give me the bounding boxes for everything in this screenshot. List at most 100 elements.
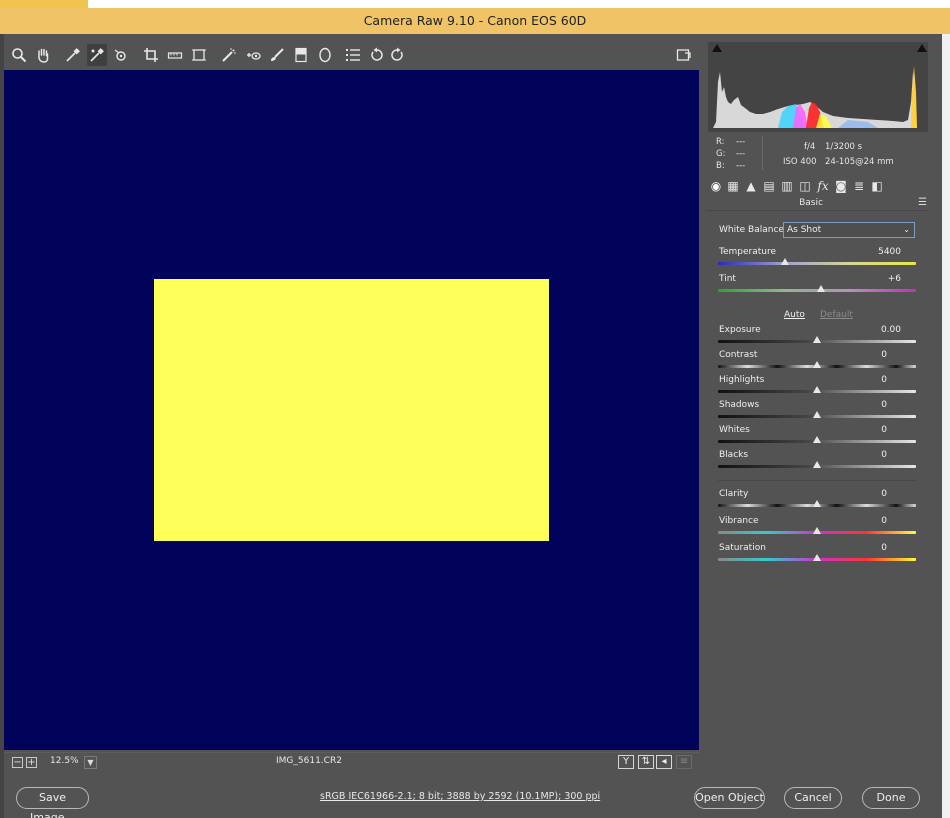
tab-hsl[interactable]: ▤ — [761, 178, 777, 194]
fullscreen-icon[interactable] — [674, 44, 694, 66]
open-object-button[interactable]: Open Object — [694, 787, 765, 809]
tab-effects[interactable]: fx — [815, 178, 831, 194]
shadows-label: Shadows — [719, 400, 760, 410]
zoom-in-button[interactable]: + — [26, 757, 37, 768]
g-value: --- — [736, 149, 746, 159]
taskbar-accent — [0, 0, 88, 8]
vibrance-value[interactable]: 0 — [837, 516, 887, 526]
whites-slider-thumb[interactable] — [813, 436, 821, 443]
tab-basic[interactable]: ◉ — [708, 178, 724, 194]
before-after-toggle[interactable]: Y — [618, 755, 634, 769]
camera-icon: ◙ — [835, 179, 847, 193]
fx-icon: fx — [817, 179, 829, 193]
tab-lens-corrections[interactable]: ◫ — [797, 178, 813, 194]
transform-icon[interactable] — [189, 44, 209, 66]
temperature-slider-track[interactable] — [718, 262, 916, 265]
zoom-dropdown[interactable]: ▼ — [84, 756, 97, 769]
zoom-out-button[interactable]: − — [12, 757, 23, 768]
crop-icon[interactable] — [141, 44, 161, 66]
toolbar — [4, 42, 700, 70]
image-preview[interactable] — [4, 70, 699, 750]
temperature-label: Temperature — [719, 247, 777, 257]
save-image-button[interactable]: Save Image... — [16, 787, 89, 818]
spot-removal-icon[interactable] — [219, 44, 239, 66]
highlights-value[interactable]: 0 — [837, 375, 887, 385]
saturation-slider-thumb[interactable] — [813, 554, 821, 561]
panel-tabs: ◉ ▦ ▲ ▤ ▥ ◫ fx ◙ ≣ ◧ — [706, 176, 928, 196]
clarity-slider-thumb[interactable] — [813, 500, 821, 507]
sliders-icon: ≡ — [679, 756, 689, 767]
cancel-button[interactable]: Cancel — [784, 787, 842, 809]
workflow-options-link[interactable]: sRGB IEC61966-2.1; 8 bit; 3888 by 2592 (… — [320, 791, 600, 802]
white-balance-select[interactable]: As Shot ⌄ — [783, 222, 915, 238]
histogram — [708, 42, 928, 132]
r-value: --- — [736, 137, 746, 147]
highlight-clipping-icon[interactable] — [917, 44, 927, 52]
targeted-adjustment-icon[interactable] — [111, 44, 131, 66]
shadow-clipping-icon[interactable] — [712, 44, 722, 52]
grid-icon: ▦ — [727, 179, 739, 193]
whites-label: Whites — [719, 425, 750, 435]
panel-title: Basic — [799, 198, 823, 208]
contrast-label: Contrast — [719, 350, 758, 360]
hand-icon[interactable] — [33, 44, 53, 66]
lens: 24-105@24 mm — [825, 157, 894, 167]
auto-button[interactable]: Auto — [784, 310, 805, 320]
contrast-slider-thumb[interactable] — [813, 361, 821, 368]
dialog-footer: Save Image... sRGB IEC61966-2.1; 8 bit; … — [4, 774, 942, 818]
presets-icon: ≣ — [853, 179, 865, 193]
tab-detail[interactable]: ▲ — [743, 178, 759, 194]
swap-icon: ⇅ — [641, 756, 651, 767]
preferences-icon[interactable] — [343, 44, 363, 66]
whites-value[interactable]: 0 — [837, 425, 887, 435]
aperture-icon: ◉ — [710, 179, 722, 193]
exposure-slider-thumb[interactable] — [813, 336, 821, 343]
exposure-value[interactable]: 0.00 — [851, 325, 901, 335]
temperature-slider-thumb[interactable] — [781, 258, 790, 265]
copy-left-icon: ◂ — [661, 756, 667, 767]
saturation-label: Saturation — [719, 543, 766, 553]
toggle-defaults-button[interactable]: ≡ — [676, 755, 692, 769]
tab-split-toning[interactable]: ▥ — [779, 178, 795, 194]
tab-snapshots[interactable]: ◧ — [869, 178, 885, 194]
vibrance-slider-thumb[interactable] — [813, 527, 821, 534]
adjustment-brush-icon[interactable] — [267, 44, 287, 66]
temperature-value[interactable]: 5400 — [851, 247, 901, 257]
contrast-value[interactable]: 0 — [837, 350, 887, 360]
graduated-filter-icon[interactable] — [291, 44, 311, 66]
r-label: R: — [716, 137, 725, 147]
shadows-slider-thumb[interactable] — [813, 411, 821, 418]
tab-tone-curve[interactable]: ▦ — [725, 178, 741, 194]
clarity-value[interactable]: 0 — [837, 489, 887, 499]
shadows-value[interactable]: 0 — [837, 400, 887, 410]
red-eye-icon[interactable] — [243, 44, 263, 66]
highlights-label: Highlights — [719, 375, 765, 385]
panel-menu-icon[interactable]: ☰ — [918, 197, 927, 208]
white-balance-icon[interactable] — [63, 44, 83, 66]
snapshots-icon: ◧ — [871, 179, 883, 193]
copy-settings-button[interactable]: ◂ — [656, 755, 672, 769]
zoom-icon[interactable] — [9, 44, 29, 66]
straighten-icon[interactable] — [165, 44, 185, 66]
g-label: G: — [716, 149, 726, 159]
blacks-slider-thumb[interactable] — [813, 461, 821, 468]
exposure-label: Exposure — [719, 325, 761, 335]
color-sampler-icon[interactable] — [87, 44, 107, 66]
saturation-value[interactable]: 0 — [837, 543, 887, 553]
hsl-icon: ▤ — [763, 179, 775, 193]
shutter-speed: 1/3200 s — [825, 142, 863, 152]
tint-value[interactable]: +6 — [851, 274, 901, 284]
swap-settings-button[interactable]: ⇅ — [638, 755, 654, 769]
default-button[interactable]: Default — [820, 310, 853, 320]
tint-slider-thumb[interactable] — [816, 285, 825, 292]
highlights-slider-thumb[interactable] — [813, 386, 821, 393]
rotate-right-icon[interactable] — [387, 44, 407, 66]
tab-presets[interactable]: ≣ — [851, 178, 867, 194]
tab-camera-calibration[interactable]: ◙ — [833, 178, 849, 194]
radial-filter-icon[interactable] — [315, 44, 335, 66]
rotate-left-icon[interactable] — [367, 44, 387, 66]
zoom-level: 12.5% — [50, 756, 79, 766]
blacks-value[interactable]: 0 — [837, 450, 887, 460]
done-button[interactable]: Done — [862, 787, 920, 809]
presence-divider — [718, 480, 916, 481]
